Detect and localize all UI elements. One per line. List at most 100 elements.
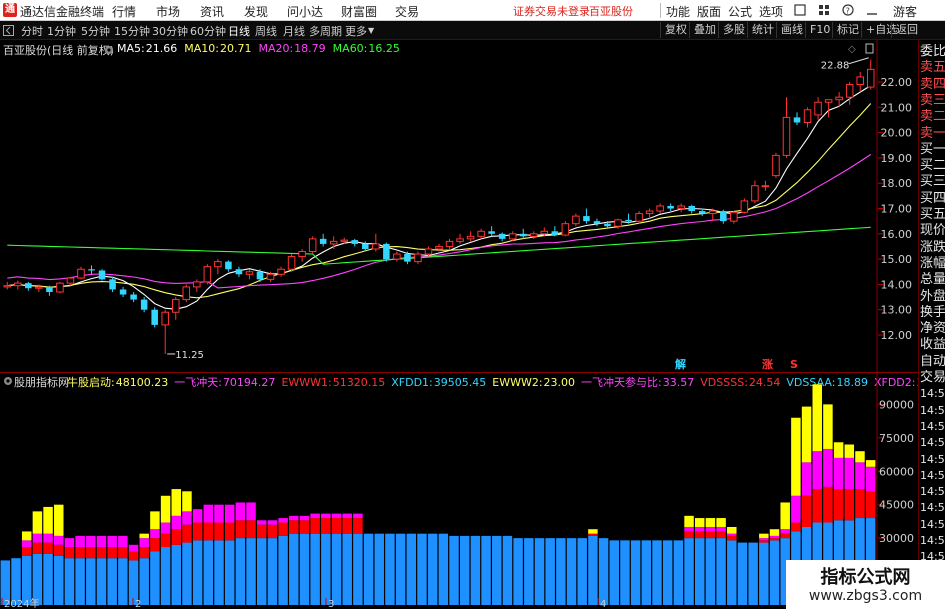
side-panel-item[interactable]: 换手: [920, 305, 945, 320]
side-panel-item[interactable]: 收益: [920, 337, 945, 352]
side-panel-item[interactable]: 净资: [920, 321, 945, 336]
candle-body: [98, 270, 106, 280]
menu-function[interactable]: 功能: [666, 3, 690, 20]
indicator-bar-segment: [75, 558, 85, 605]
menu-formula[interactable]: 公式: [728, 3, 752, 20]
indicator-bar-segment: [694, 526, 705, 532]
side-panel-item[interactable]: 卖二: [920, 109, 945, 124]
side-panel-item[interactable]: 外盘: [920, 289, 945, 304]
f10-button[interactable]: F10: [805, 22, 834, 38]
adjust-button[interactable]: 复权: [660, 22, 691, 38]
indicator-bar-segment: [609, 540, 620, 605]
side-panel-item[interactable]: 总量: [920, 272, 945, 287]
indicator-bar-segment: [769, 529, 780, 536]
menu-quotes[interactable]: 行情: [112, 3, 136, 20]
indicator-bar-segment: [299, 515, 310, 521]
side-panel-item[interactable]: 卖一: [920, 126, 945, 141]
period-5min[interactable]: 5分钟: [81, 23, 110, 39]
overlay-button[interactable]: 叠加: [689, 22, 720, 38]
side-panel-item[interactable]: 买二: [920, 158, 945, 173]
help-icon[interactable]: ?: [842, 4, 854, 16]
indicator-bar-chart[interactable]: 9000075000600004500030000150002024年234: [0, 373, 918, 609]
notice-stock[interactable]: 百亚股份: [589, 3, 633, 19]
mark-button[interactable]: 标记: [832, 22, 863, 38]
menu-wealth[interactable]: 财富圈: [341, 3, 377, 20]
side-panel-item[interactable]: 买一: [920, 142, 945, 157]
indicator-bar-segment: [96, 558, 107, 605]
divider: [660, 3, 661, 18]
candle-body: [835, 96, 843, 101]
indicator-bar-segment: [342, 513, 352, 519]
menu-trade[interactable]: 交易: [395, 3, 419, 20]
minimize-icon[interactable]: [866, 4, 878, 16]
x-axis-label: 3: [328, 599, 334, 609]
candle-body: [77, 268, 85, 279]
candle-body: [667, 205, 674, 209]
side-panel-item[interactable]: 14:56: [920, 386, 945, 401]
menu-layout[interactable]: 版面: [697, 3, 721, 20]
menu-discover[interactable]: 发现: [244, 3, 268, 20]
candle-body: [245, 271, 254, 275]
side-panel-item[interactable]: 14:56: [920, 403, 945, 418]
period-multi[interactable]: 多周期: [309, 23, 342, 39]
candle-body: [424, 248, 433, 255]
indicator-bar-segment: [727, 540, 737, 605]
indicator-bar-segment: [118, 547, 128, 559]
side-panel-item[interactable]: 买三: [920, 174, 945, 189]
candle-body: [151, 309, 158, 325]
indicator-bar-segment: [278, 518, 288, 523]
period-15min[interactable]: 15分钟: [114, 23, 150, 39]
side-panel-item[interactable]: 现价: [920, 223, 945, 238]
menu-ask[interactable]: 问小达: [287, 3, 323, 20]
side-panel-item[interactable]: 卖五: [920, 60, 945, 75]
candlestick-chart[interactable]: 22.00 21.00 20.00 19.00 18.00 17.00 16.00 15.00…: [0, 40, 918, 372]
candle-body: [583, 216, 590, 222]
indicator-bar-segment: [470, 535, 481, 605]
period-weekly[interactable]: 周线: [255, 23, 277, 39]
period-1min[interactable]: 1分钟: [47, 23, 76, 39]
square-icon[interactable]: [794, 4, 806, 16]
candle-body: [130, 294, 137, 300]
side-panel-item[interactable]: 14:56: [920, 435, 945, 450]
indicator-bar-segment: [705, 531, 716, 539]
side-panel-item[interactable]: 14:56: [920, 517, 945, 532]
candle-body: [772, 154, 780, 177]
ma-line-0: [7, 85, 871, 310]
side-panel-item[interactable]: 委比: [920, 44, 945, 59]
user-guest[interactable]: 游客: [893, 3, 917, 20]
side-panel-item[interactable]: 自动: [920, 354, 945, 369]
indicator-bar-segment: [54, 535, 64, 545]
side-panel-item[interactable]: 涨跌: [920, 240, 945, 255]
period-60min[interactable]: 60分钟: [190, 23, 226, 39]
side-panel-item[interactable]: 买五: [920, 207, 945, 222]
period-minute[interactable]: 分时: [21, 23, 43, 39]
multi-stock-button[interactable]: 多股: [718, 22, 749, 38]
side-panel-item[interactable]: 14:56: [920, 533, 945, 548]
period-daily[interactable]: 日线: [228, 23, 250, 39]
side-panel-item[interactable]: 14:56: [920, 468, 945, 483]
side-panel-item[interactable]: 卖三: [920, 93, 945, 108]
period-30min[interactable]: 30分钟: [152, 23, 188, 39]
period-monthly[interactable]: 月线: [283, 23, 305, 39]
side-panel-item[interactable]: 14:56: [920, 500, 945, 515]
side-panel-item[interactable]: 卖四: [920, 77, 945, 92]
stats-button[interactable]: 统计: [747, 22, 778, 38]
period-more[interactable]: 更多: [345, 23, 367, 39]
side-panel-item[interactable]: 14:56: [920, 484, 945, 499]
side-panel-item[interactable]: 买四: [920, 191, 945, 206]
side-panel-item[interactable]: 14:56: [920, 419, 945, 434]
side-panel-item[interactable]: 交易: [920, 370, 945, 385]
side-panel-item[interactable]: 涨幅: [920, 256, 945, 271]
indicator-bar-segment: [684, 515, 694, 527]
menu-options[interactable]: 选项: [759, 3, 783, 20]
back-button[interactable]: 返回: [891, 22, 922, 38]
login-notice[interactable]: 证券交易未登录: [513, 3, 590, 19]
indicator-bar-segment: [459, 535, 470, 605]
collapse-icon[interactable]: [3, 25, 14, 36]
grid-icon[interactable]: [818, 4, 830, 16]
menu-market[interactable]: 市场: [156, 3, 180, 20]
side-panel-item[interactable]: 14:56: [920, 452, 945, 467]
chevron-down-icon[interactable]: ▼: [368, 26, 374, 35]
menu-news[interactable]: 资讯: [200, 3, 224, 20]
draw-line-button[interactable]: 画线: [776, 22, 807, 38]
